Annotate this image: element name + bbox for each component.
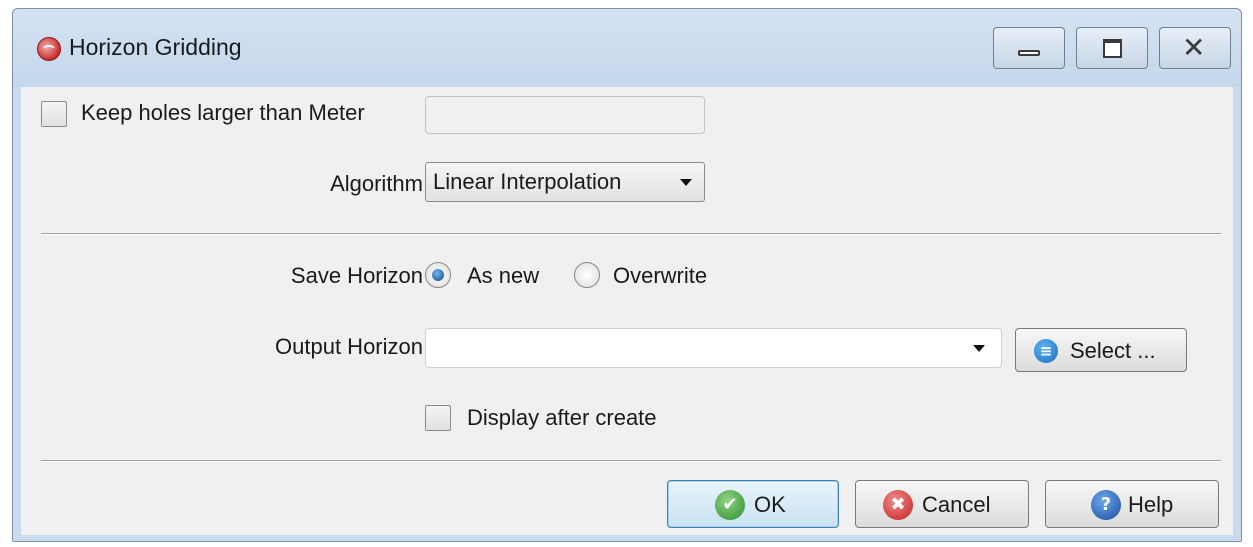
output-horizon-combo[interactable] xyxy=(425,328,1002,368)
save-horizon-label: Save Horizon xyxy=(290,263,423,288)
display-after-create-checkbox[interactable] xyxy=(425,405,451,431)
select-button-label: Select ... xyxy=(1070,338,1156,363)
dialog-body: Keep holes larger than Meter Algorithm L… xyxy=(21,87,1233,535)
cancel-button-label: Cancel xyxy=(922,492,991,517)
separator xyxy=(41,233,1221,235)
list-icon: ≡ xyxy=(1034,339,1058,363)
maximize-icon xyxy=(1103,39,1122,58)
ok-button-label: OK xyxy=(754,492,786,517)
radio-overwrite[interactable] xyxy=(574,262,600,288)
help-button[interactable]: ? Help xyxy=(1045,480,1219,528)
overwrite-label: Overwrite xyxy=(613,263,708,288)
help-icon: ? xyxy=(1091,490,1121,520)
display-after-create-label: Display after create xyxy=(467,405,657,430)
separator xyxy=(41,460,1221,462)
radio-as-new[interactable] xyxy=(425,262,451,288)
help-button-label: Help xyxy=(1128,492,1174,517)
check-icon: ✔ xyxy=(715,490,745,520)
close-icon: ✕ xyxy=(1182,31,1206,64)
keep-holes-input[interactable] xyxy=(425,96,705,134)
select-button[interactable]: ≡ Select ... xyxy=(1015,328,1187,372)
app-icon xyxy=(37,37,61,61)
close-button[interactable]: ✕ xyxy=(1159,27,1231,69)
cancel-icon: ✖ xyxy=(883,490,913,520)
algorithm-selected-value: Linear Interpolation xyxy=(433,169,622,194)
keep-holes-label: Keep holes larger than Meter xyxy=(81,100,365,125)
radio-selected-indicator xyxy=(432,269,444,281)
horizon-gridding-dialog: Horizon Gridding ✕ Keep holes larger tha… xyxy=(12,8,1242,542)
algorithm-label: Algorithm xyxy=(330,171,423,196)
title-bar[interactable]: Horizon Gridding ✕ xyxy=(13,9,1241,87)
keep-holes-checkbox[interactable] xyxy=(41,101,67,127)
chevron-down-icon xyxy=(680,179,692,186)
algorithm-select[interactable]: Linear Interpolation xyxy=(425,162,705,202)
cancel-button[interactable]: ✖ Cancel xyxy=(855,480,1029,528)
window-title: Horizon Gridding xyxy=(69,34,242,60)
ok-button[interactable]: ✔ OK xyxy=(667,480,839,528)
minimize-icon xyxy=(1018,50,1040,56)
minimize-button[interactable] xyxy=(993,27,1065,69)
chevron-down-icon xyxy=(973,345,985,352)
output-horizon-label: Output Horizon xyxy=(275,334,423,359)
maximize-button[interactable] xyxy=(1076,27,1148,69)
as-new-label: As new xyxy=(467,263,540,288)
